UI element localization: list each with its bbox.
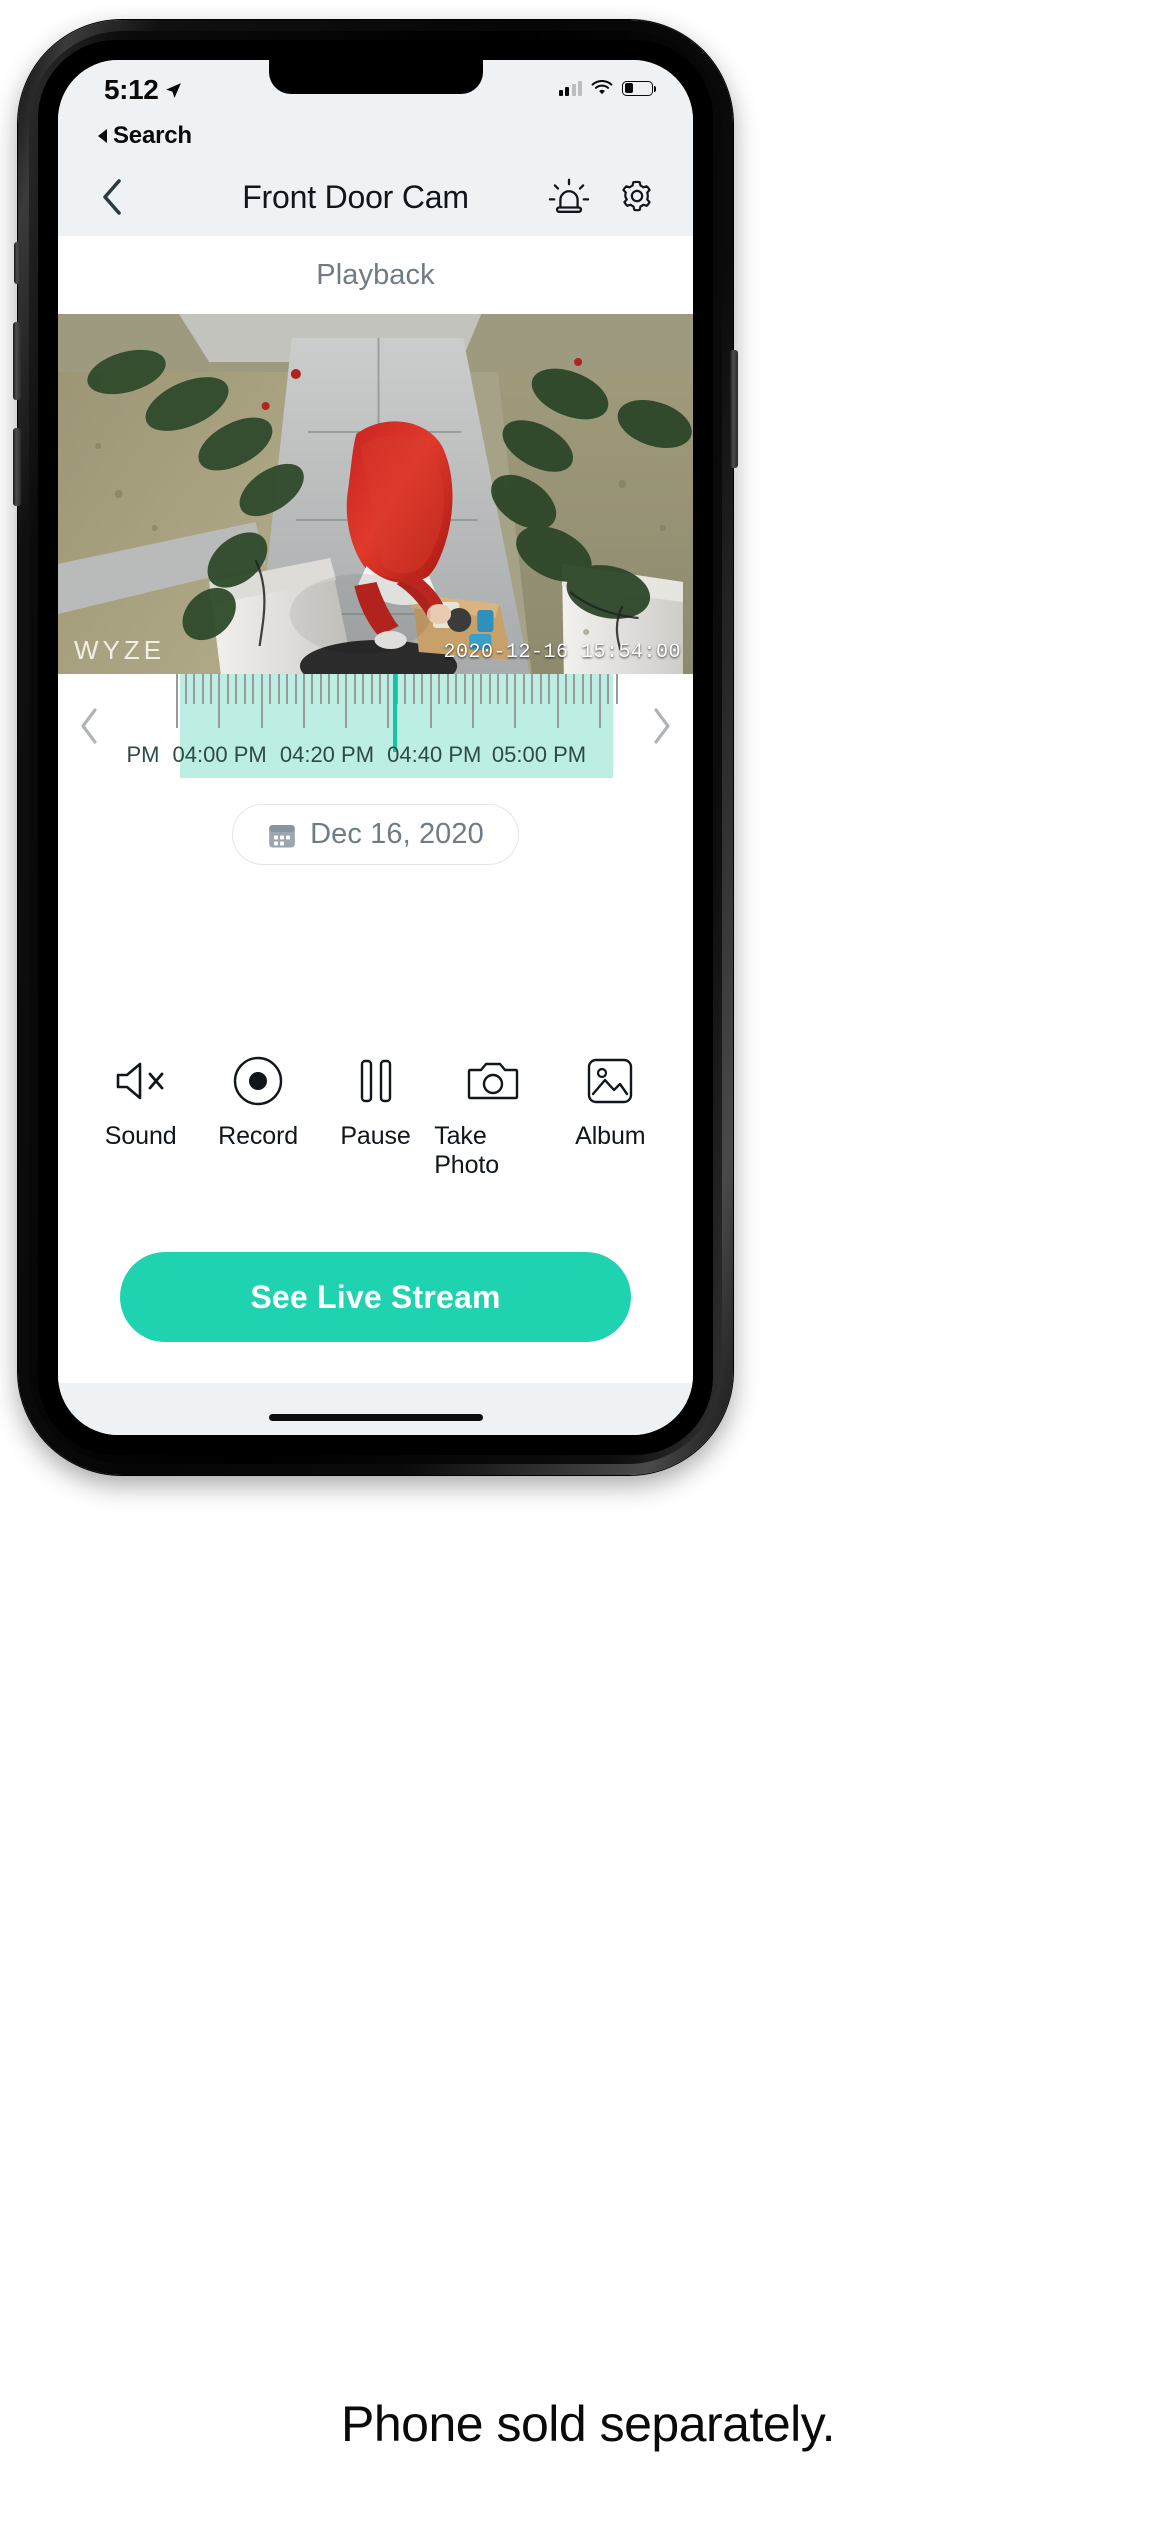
video-timestamp: 2020-12-16 15:54:00 — [443, 641, 681, 664]
sound-muted-icon — [113, 1055, 169, 1107]
gear-icon — [622, 180, 651, 212]
wifi-icon — [591, 80, 613, 95]
see-live-stream-button[interactable]: See Live Stream — [120, 1252, 631, 1342]
control-album[interactable]: Album — [552, 1055, 669, 1151]
playback-controls: Sound Record Pause Take Photo Album — [58, 1055, 693, 1180]
control-label: Album — [575, 1122, 646, 1150]
timeline-label: 04:00 PM — [172, 742, 267, 767]
timeline-label: PM — [126, 742, 160, 767]
control-record[interactable]: Record — [199, 1055, 316, 1151]
timeline-track[interactable]: PM 04:00 PM 04:20 PM 04:40 PM 05:00 PM — [120, 674, 631, 778]
back-triangle-icon — [98, 129, 107, 143]
screen-notch — [268, 60, 483, 94]
timeline-label: 04:40 PM — [387, 742, 482, 767]
control-label: Pause — [340, 1122, 411, 1150]
date-selector-button[interactable]: Dec 16, 2020 — [232, 804, 519, 865]
bottom-spacer — [58, 1342, 693, 1383]
back-to-app-link[interactable]: Search — [58, 122, 693, 158]
timeline-next-button[interactable] — [631, 674, 693, 778]
control-sound[interactable]: Sound — [82, 1055, 199, 1151]
control-label: Record — [218, 1122, 299, 1150]
chevron-left-icon — [103, 179, 121, 215]
date-selector-row: Dec 16, 2020 — [58, 778, 693, 865]
album-icon — [585, 1055, 635, 1107]
nav-actions — [547, 175, 659, 219]
status-bar-left: 5:12 — [104, 74, 182, 106]
control-take-photo[interactable]: Take Photo — [434, 1055, 551, 1180]
nav-back-button[interactable] — [86, 171, 138, 223]
disclaimer-caption: Phone sold separately. — [341, 2396, 835, 2452]
cta-section: See Live Stream — [58, 1180, 693, 1342]
timeline-ticks — [120, 674, 631, 736]
control-label: Sound — [104, 1122, 177, 1150]
camera-icon — [466, 1055, 520, 1107]
timeline-playhead[interactable] — [393, 674, 398, 752]
battery-icon — [622, 80, 657, 96]
timeline-time-labels: PM 04:00 PM 04:20 PM 04:40 PM 05:00 PM — [120, 742, 631, 772]
cellular-bars-icon — [558, 80, 582, 96]
home-indicator[interactable] — [268, 1414, 483, 1421]
timeline-label: 05:00 PM — [491, 742, 587, 767]
pause-icon — [353, 1055, 399, 1107]
chevron-left-icon — [81, 708, 97, 744]
playback-section-title: Playback — [58, 236, 693, 314]
calendar-icon — [269, 824, 295, 847]
volume-down-button[interactable] — [13, 428, 21, 506]
status-bar-right — [558, 74, 657, 96]
video-frame — [58, 314, 693, 674]
page-title: Front Door Cam — [242, 178, 469, 215]
nav-bar: Front Door Cam — [58, 158, 693, 236]
timeline-prev-button[interactable] — [58, 674, 120, 778]
home-indicator-area — [58, 1383, 693, 1435]
control-label: Take Photo — [434, 1122, 500, 1179]
status-bar-time: 5:12 — [104, 74, 159, 105]
phone-screen: 5:12 Search Front Door Cam Playback WYZE… — [58, 60, 693, 1435]
chevron-right-icon — [654, 708, 670, 744]
volume-up-button[interactable] — [13, 322, 21, 400]
timeline-scrubber[interactable]: PM 04:00 PM 04:20 PM 04:40 PM 05:00 PM — [58, 674, 693, 778]
control-pause[interactable]: Pause — [317, 1055, 434, 1151]
content-spacer — [58, 865, 693, 1055]
mute-switch[interactable] — [14, 242, 21, 284]
video-player[interactable]: WYZE 2020-12-16 15:54:00 — [58, 314, 693, 674]
phone-device: 5:12 Search Front Door Cam Playback WYZE… — [13, 20, 738, 1475]
page-root: 5:12 Search Front Door Cam Playback WYZE… — [0, 0, 1176, 2527]
power-button[interactable] — [730, 350, 738, 468]
settings-button[interactable] — [615, 175, 659, 219]
siren-icon — [548, 178, 590, 213]
wyze-watermark: WYZE — [74, 635, 166, 665]
record-icon — [232, 1055, 284, 1107]
location-arrow-icon — [166, 82, 182, 98]
back-to-app-label: Search — [113, 122, 192, 149]
timeline-label: 04:20 PM — [279, 742, 375, 767]
siren-button[interactable] — [547, 175, 591, 219]
date-selector-label: Dec 16, 2020 — [310, 818, 484, 850]
